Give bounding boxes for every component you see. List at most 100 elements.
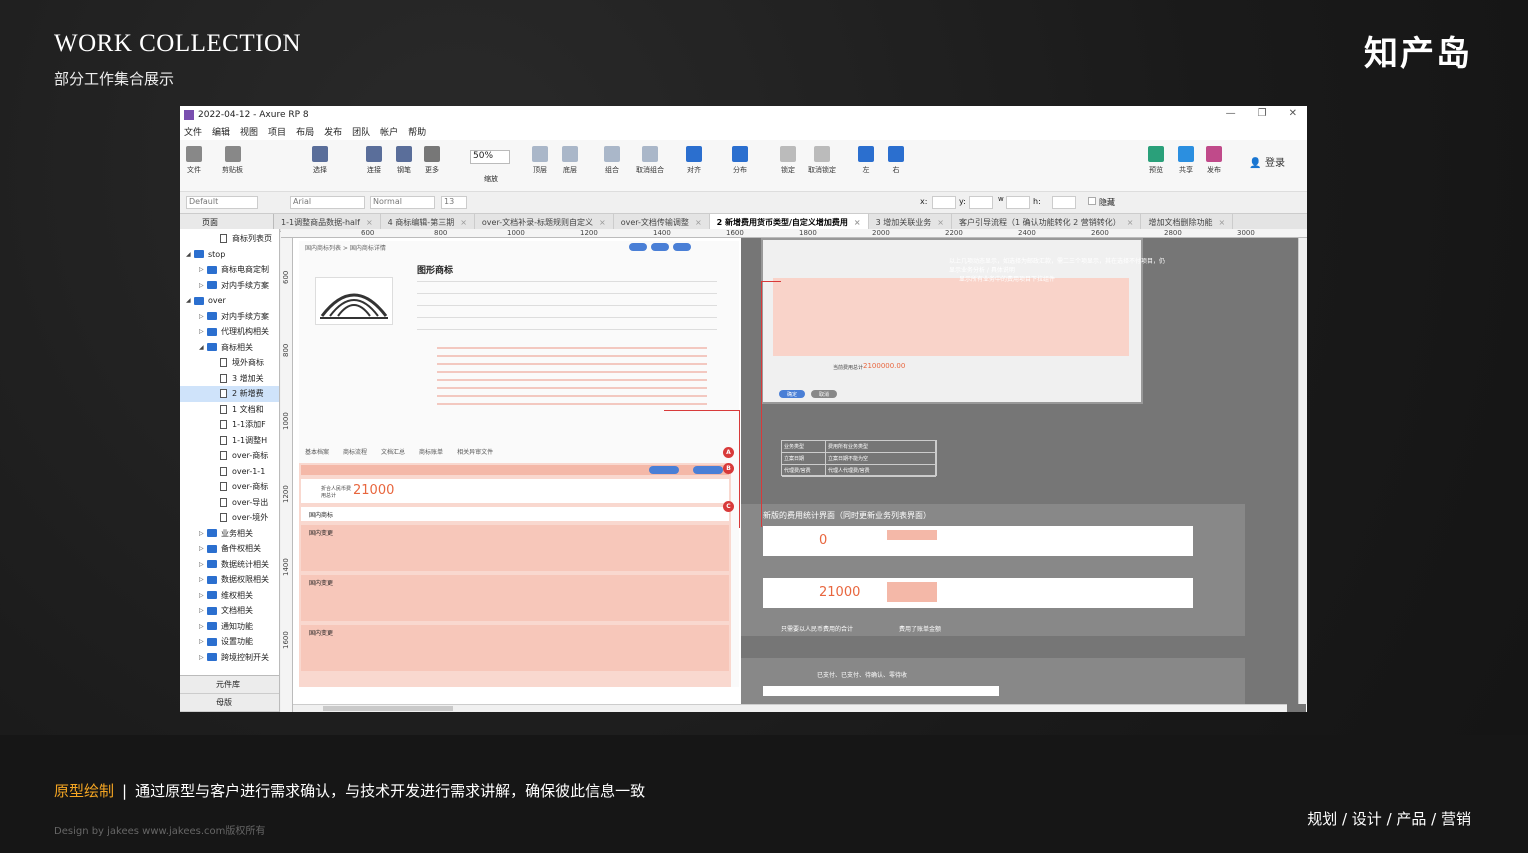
expand-toggle-icon[interactable]: ▷ xyxy=(199,654,207,661)
expand-toggle-icon[interactable]: ▷ xyxy=(199,623,207,630)
close-tab-icon[interactable]: × xyxy=(1218,218,1225,227)
login-button[interactable]: 👤 登录 xyxy=(1249,154,1285,169)
toolbar-3-button[interactable]: 连接 xyxy=(366,146,382,175)
tree-item[interactable]: over-导出 xyxy=(180,495,279,511)
tree-item[interactable]: ▷ 数据统计相关 xyxy=(180,557,279,573)
toolbar-18-button[interactable]: 共享 xyxy=(1178,146,1194,175)
expand-toggle-icon[interactable]: ▷ xyxy=(199,607,207,614)
expand-toggle-icon[interactable]: ▷ xyxy=(199,545,207,552)
menu-item[interactable]: 文件 xyxy=(184,125,202,138)
toolbar-11-button[interactable]: 对齐 xyxy=(686,146,702,175)
toolbar-8-button[interactable]: 底层 xyxy=(562,146,578,175)
expand-toggle-icon[interactable]: ◢ xyxy=(199,344,207,351)
expand-toggle-icon[interactable]: ◢ xyxy=(186,251,194,258)
toolbar-14-button[interactable]: 取消锁定 xyxy=(808,146,836,175)
expand-toggle-icon[interactable]: ▷ xyxy=(199,638,207,645)
tree-item[interactable]: ▷ 通知功能 xyxy=(180,619,279,635)
close-tab-icon[interactable]: × xyxy=(460,218,467,227)
style-select[interactable]: Default xyxy=(186,196,258,209)
widget-library-tab[interactable]: 元件库 xyxy=(180,676,279,694)
tree-item[interactable]: over-商标 xyxy=(180,479,279,495)
tree-item[interactable]: 境外商标 xyxy=(180,355,279,371)
menu-item[interactable]: 编辑 xyxy=(212,125,230,138)
w-input[interactable] xyxy=(1006,196,1030,209)
tree-item[interactable]: over-商标 xyxy=(180,448,279,464)
tree-item[interactable]: ▷ 文档相关 xyxy=(180,603,279,619)
tree-item[interactable]: over-1-1 xyxy=(180,464,279,480)
tree-item[interactable]: ◢ over xyxy=(180,293,279,309)
tree-item[interactable]: over-境外 xyxy=(180,510,279,526)
menu-item[interactable]: 布局 xyxy=(296,125,314,138)
toolbar-5-button[interactable]: 更多 xyxy=(424,146,440,175)
tree-item[interactable]: ▷ 备件权相关 xyxy=(180,541,279,557)
toolbar-2-button[interactable]: 选择 xyxy=(312,146,328,175)
tree-item[interactable]: 1-1调整H xyxy=(180,433,279,449)
toolbar-4-button[interactable]: 钢笔 xyxy=(396,146,412,175)
toolbar-1-button[interactable]: 剪贴板 xyxy=(222,146,243,175)
menu-item[interactable]: 帐户 xyxy=(380,125,398,138)
tree-item[interactable]: ▷ 设置功能 xyxy=(180,634,279,650)
toolbar-15-button[interactable]: 左 xyxy=(858,146,874,175)
menu-item[interactable]: 视图 xyxy=(240,125,258,138)
expand-toggle-icon[interactable]: ▷ xyxy=(199,592,207,599)
close-tab-icon[interactable]: × xyxy=(1127,218,1134,227)
expand-toggle-icon[interactable]: ▷ xyxy=(199,282,207,289)
design-canvas[interactable]: 600 800 1000 1200 1400 1600 1800 2000 2200 2400 26… xyxy=(281,229,1307,712)
toolbar-12-button[interactable]: 分布 xyxy=(732,146,748,175)
expand-toggle-icon[interactable]: ◢ xyxy=(186,297,194,304)
tree-item[interactable]: ▷ 代理机构相关 xyxy=(180,324,279,340)
close-icon[interactable]: ✕ xyxy=(1289,108,1297,119)
close-tab-icon[interactable]: × xyxy=(937,218,944,227)
menu-item[interactable]: 发布 xyxy=(324,125,342,138)
tree-item[interactable]: 1 文档和 xyxy=(180,402,279,418)
toolbar-9-button[interactable]: 组合 xyxy=(604,146,620,175)
y-input[interactable] xyxy=(969,196,993,209)
close-tab-icon[interactable]: × xyxy=(599,218,606,227)
menu-item[interactable]: 团队 xyxy=(352,125,370,138)
toolbar-10-button[interactable]: 取消组合 xyxy=(636,146,664,175)
expand-toggle-icon[interactable]: ▷ xyxy=(199,576,207,583)
expand-toggle-icon[interactable]: ▷ xyxy=(199,313,207,320)
close-tab-icon[interactable]: × xyxy=(695,218,702,227)
h-input[interactable] xyxy=(1052,196,1076,209)
expand-toggle-icon[interactable]: ▷ xyxy=(199,328,207,335)
tree-item[interactable]: ▷ 业务相关 xyxy=(180,526,279,542)
tree-item[interactable]: ◢ 商标相关 xyxy=(180,340,279,356)
menu-item[interactable]: 项目 xyxy=(268,125,286,138)
toolbar-7-button[interactable]: 顶层 xyxy=(532,146,548,175)
expand-toggle-icon[interactable]: ▷ xyxy=(199,561,207,568)
tree-item[interactable]: ▷ 对内手续方案 xyxy=(180,309,279,325)
vertical-scrollbar[interactable] xyxy=(1298,238,1307,704)
toolbar-16-button[interactable]: 右 xyxy=(888,146,904,175)
tree-item[interactable]: ▷ 维权相关 xyxy=(180,588,279,604)
font-select[interactable]: Arial xyxy=(290,196,365,209)
x-input[interactable] xyxy=(932,196,956,209)
tree-item[interactable]: 商标列表页 xyxy=(180,231,279,247)
scroll-thumb[interactable] xyxy=(323,706,453,711)
toolbar-0-button[interactable]: 文件 xyxy=(186,146,202,175)
expand-toggle-icon[interactable]: ▷ xyxy=(199,266,207,273)
font-weight-select[interactable]: Normal xyxy=(370,196,435,209)
font-size-select[interactable]: 13 xyxy=(441,196,467,209)
expand-toggle-icon[interactable]: ▷ xyxy=(199,530,207,537)
tree-item[interactable]: ▷ 对内手续方案 xyxy=(180,278,279,294)
masters-tab[interactable]: 母版 xyxy=(180,694,279,712)
tree-item[interactable]: ▷ 商标电商定制 xyxy=(180,262,279,278)
close-tab-icon[interactable]: × xyxy=(366,218,373,227)
toolbar-13-button[interactable]: 锁定 xyxy=(780,146,796,175)
tree-item[interactable]: 3 增加关 xyxy=(180,371,279,387)
restore-icon[interactable]: ❐ xyxy=(1258,108,1267,119)
toolbar-19-button[interactable]: 发布 xyxy=(1206,146,1222,175)
horizontal-scrollbar[interactable] xyxy=(293,704,1287,712)
minimize-icon[interactable]: — xyxy=(1226,108,1236,119)
tree-item[interactable]: 2 新增费 xyxy=(180,386,279,402)
zoom-select[interactable]: 50% xyxy=(470,150,510,164)
tree-item[interactable]: ◢ stop xyxy=(180,247,279,263)
menu-item[interactable]: 帮助 xyxy=(408,125,426,138)
tree-item[interactable]: ▷ 数据权限相关 xyxy=(180,572,279,588)
hide-checkbox[interactable] xyxy=(1088,197,1096,205)
close-tab-icon[interactable]: × xyxy=(854,218,861,227)
tree-item[interactable]: ▷ 跨境控制开关 xyxy=(180,650,279,666)
toolbar-17-button[interactable]: 预览 xyxy=(1148,146,1164,175)
tree-item[interactable]: 1-1添加F xyxy=(180,417,279,433)
